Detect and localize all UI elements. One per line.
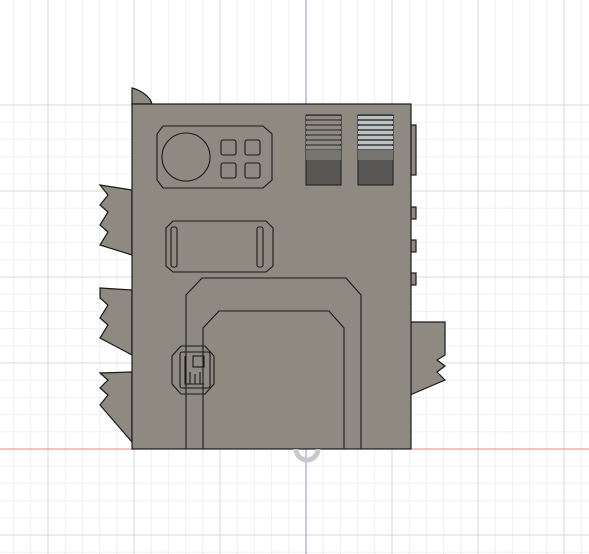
- origin-pivot-icon[interactable]: [293, 448, 321, 463]
- vent-rib: [306, 126, 341, 129]
- top-left-lip: [131, 87, 153, 105]
- cad-viewport[interactable]: [0, 0, 589, 554]
- vent-rib: [306, 131, 341, 134]
- vent-rib: [358, 116, 393, 119]
- vent-rib: [358, 121, 393, 124]
- vent-rib: [306, 121, 341, 124]
- vent-band: [358, 150, 393, 160]
- vent-rib: [358, 136, 393, 139]
- right-fin: [409, 321, 447, 396]
- left-fin-middle: [99, 287, 133, 356]
- vent-rib: [358, 126, 393, 129]
- viewport-canvas[interactable]: [0, 0, 589, 554]
- vent-rib: [358, 131, 393, 134]
- vent-rib: [358, 146, 393, 149]
- 3d-model-part[interactable]: [98, 87, 447, 463]
- vent-band: [306, 150, 341, 160]
- vent-rib: [306, 116, 341, 119]
- vent-rib: [306, 141, 341, 144]
- vent-rib: [358, 141, 393, 144]
- vent-rib: [306, 146, 341, 149]
- vent-rib: [306, 136, 341, 139]
- left-fin-top: [98, 184, 133, 256]
